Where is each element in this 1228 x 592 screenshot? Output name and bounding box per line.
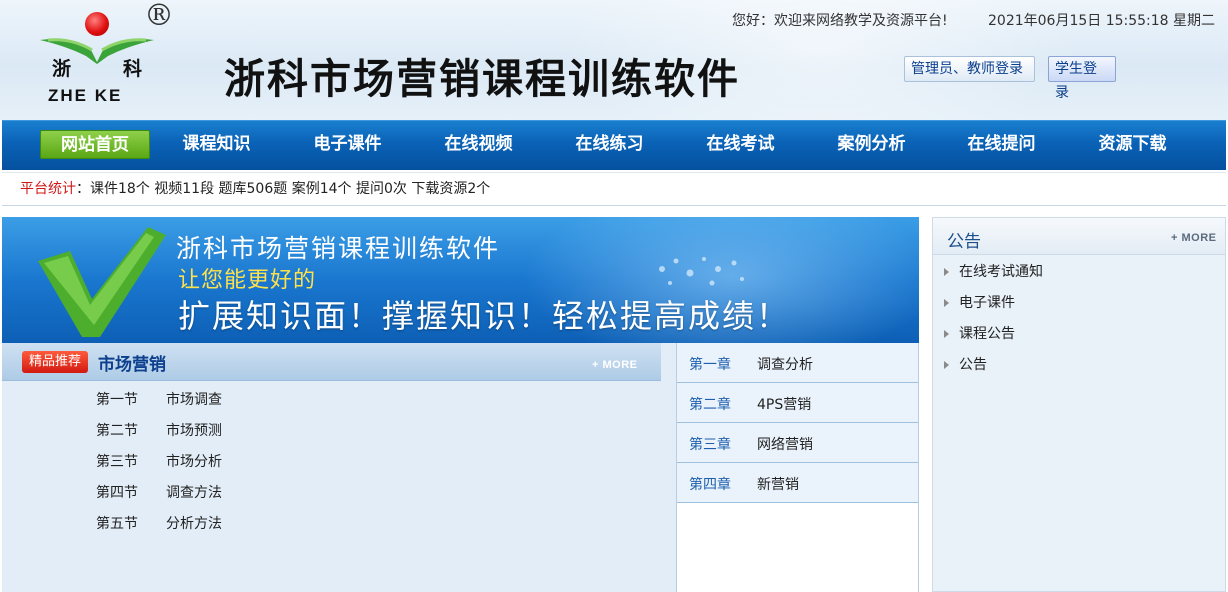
lesson-number: 第二节 — [96, 423, 138, 439]
welcome-text: 您好：欢迎来网络教学及资源平台! — [732, 13, 948, 29]
chapter-item[interactable]: 第三章 网络营销 — [677, 423, 918, 463]
logo-text-zhe: 浙 — [52, 58, 72, 80]
logo-text-en: ZHE KE — [48, 86, 123, 105]
lesson-item[interactable]: 第三节 市场分析 — [96, 451, 222, 471]
notice-item-label: 公告 — [959, 357, 987, 373]
chapter-title: 调查分析 — [757, 357, 813, 373]
lesson-title: 市场预测 — [166, 423, 222, 439]
chapter-number: 第一章 — [689, 357, 731, 373]
chapter-item[interactable]: 第一章 调查分析 — [677, 343, 918, 383]
flower-decoration-icon — [659, 257, 744, 286]
notice-more-link[interactable]: + MORE — [1171, 232, 1216, 244]
logo-sun-icon — [85, 12, 109, 36]
notice-title: 公告 — [947, 232, 981, 252]
chapter-number: 第四章 — [689, 477, 731, 493]
chapter-title: 新营销 — [757, 477, 799, 493]
arrow-right-icon — [944, 299, 949, 307]
lesson-number: 第五节 — [96, 516, 138, 532]
header: ® 浙 科 ZHE KE 浙科市场营销课程训练软件 您好：欢迎来网络教学及资源平… — [0, 0, 1228, 120]
lesson-number: 第一节 — [96, 392, 138, 408]
lesson-title: 市场分析 — [166, 454, 222, 470]
student-login-button[interactable]: 学生登录 — [1048, 56, 1116, 101]
chapter-title: 网络营销 — [757, 437, 813, 453]
nav-item-video[interactable]: 在线视频 — [426, 130, 531, 159]
chapter-number: 第三章 — [689, 437, 731, 453]
nav-item-practice[interactable]: 在线练习 — [557, 130, 662, 159]
banner-line-2: 让您能更好的 — [178, 268, 317, 293]
featured-more-link[interactable]: + MORE — [592, 359, 637, 371]
lesson-number: 第四节 — [96, 485, 138, 501]
logo: ® 浙 科 ZHE KE — [30, 0, 180, 112]
promo-banner: 浙科市场营销课程训练软件 让您能更好的 扩展知识面！撑握知识！轻松提高成绩！ — [2, 217, 919, 343]
registered-mark: ® — [144, 0, 174, 33]
arrow-right-icon — [944, 361, 949, 369]
lesson-item[interactable]: 第二节 市场预测 — [96, 420, 222, 440]
lesson-item[interactable]: 第一节 市场调查 — [96, 389, 222, 409]
arrow-right-icon — [944, 330, 949, 338]
stats-label: 平台统计 — [20, 181, 76, 197]
platform-stats-bar: 平台统计：课件18个 视频11段 题库506题 案例14个 提问0次 下载资源2… — [2, 172, 1226, 206]
stats-text: ：课件18个 视频11段 题库506题 案例14个 提问0次 下载资源2个 — [76, 181, 491, 197]
chapter-item[interactable]: 第二章 4PS营销 — [677, 383, 918, 423]
featured-section-header: 精品推荐 市场营销 + MORE — [2, 343, 661, 381]
logo-text-ke: 科 — [123, 58, 143, 80]
notice-item[interactable]: 课程公告 — [944, 323, 1015, 343]
featured-badge: 精品推荐 — [22, 351, 88, 373]
featured-section-title: 市场营销 — [98, 355, 166, 375]
checkmark-icon — [38, 227, 166, 337]
banner-line-1: 浙科市场营销课程训练软件 — [176, 234, 501, 263]
chapter-item[interactable]: 第四章 新营销 — [677, 463, 918, 503]
lesson-title: 分析方法 — [166, 516, 222, 532]
nav-item-downloads[interactable]: 资源下载 — [1080, 130, 1185, 159]
nav-item-questions[interactable]: 在线提问 — [949, 130, 1054, 159]
lesson-title: 调查方法 — [166, 485, 222, 501]
lesson-number: 第三节 — [96, 454, 138, 470]
notice-header: 公告 + MORE — [932, 217, 1226, 255]
notice-item-label: 电子课件 — [959, 295, 1015, 311]
chapter-title: 4PS营销 — [757, 397, 812, 413]
nav-item-course-knowledge[interactable]: 课程知识 — [164, 130, 269, 159]
nav-item-courseware[interactable]: 电子课件 — [295, 130, 400, 159]
chapter-number: 第二章 — [689, 397, 731, 413]
notice-item[interactable]: 公告 — [944, 354, 987, 374]
main-nav: 网站首页 课程知识 电子课件 在线视频 在线练习 在线考试 案例分析 在线提问 … — [2, 120, 1226, 170]
nav-item-exam[interactable]: 在线考试 — [688, 130, 793, 159]
nav-item-case-analysis[interactable]: 案例分析 — [819, 130, 924, 159]
notice-item[interactable]: 在线考试通知 — [944, 261, 1043, 281]
arrow-right-icon — [944, 268, 949, 276]
nav-item-home[interactable]: 网站首页 — [40, 130, 150, 159]
lesson-item[interactable]: 第五节 分析方法 — [96, 513, 222, 533]
admin-teacher-login-button[interactable]: 管理员、教师登录 — [904, 56, 1035, 82]
datetime-text: 2021年06月15日 15:55:18 星期二 — [988, 13, 1216, 29]
notice-item[interactable]: 电子课件 — [944, 292, 1015, 312]
site-title: 浙科市场营销课程训练软件 — [224, 55, 740, 103]
notice-item-label: 课程公告 — [959, 326, 1015, 342]
lesson-title: 市场调查 — [166, 392, 222, 408]
notice-item-label: 在线考试通知 — [959, 264, 1043, 280]
lesson-item[interactable]: 第四节 调查方法 — [96, 482, 222, 502]
